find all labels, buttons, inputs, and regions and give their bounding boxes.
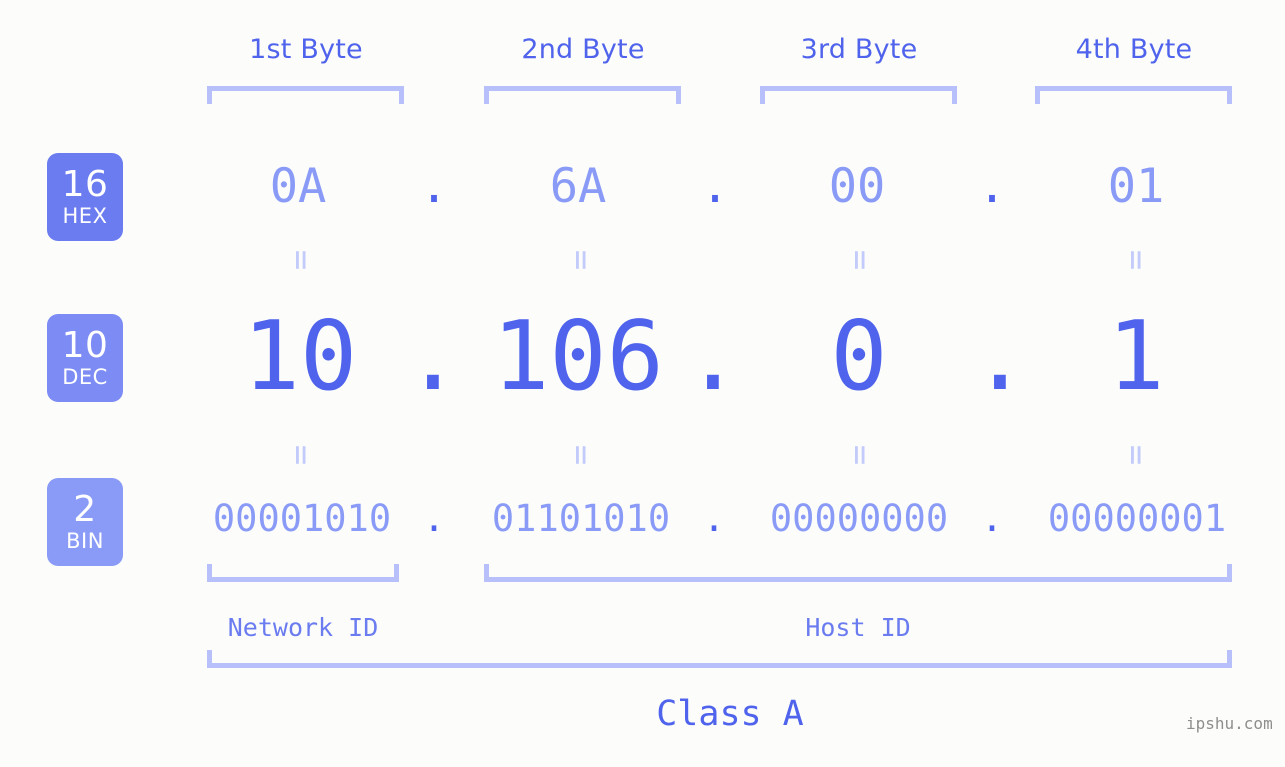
network-id-label: Network ID (227, 613, 379, 642)
dec-separator-1: . (404, 302, 462, 412)
bin-separator-1: . (422, 497, 446, 540)
dec-octet-2: 106 (492, 302, 664, 412)
bin-octet-1: 00001010 (212, 497, 392, 540)
hex-separator-3: . (977, 159, 1007, 214)
equals-symbol-dec-bin-2: = (561, 444, 601, 466)
dec-octet-4: 1 (1107, 302, 1165, 412)
bin-octet-2: 01101010 (491, 497, 671, 540)
bin-octet-3: 00000000 (769, 497, 949, 540)
equals-symbol-dec-bin-3: = (840, 444, 880, 466)
bin-separator-2: . (702, 497, 726, 540)
equals-symbol-dec-bin-4: = (1116, 444, 1156, 466)
base-badge-dec: 10 DEC (47, 314, 123, 402)
equals-symbol-hex-dec-2: = (561, 249, 601, 271)
host-id-label: Host ID (805, 613, 911, 642)
hex-octet-3: 00 (828, 159, 886, 214)
byte-label-1: 1st Byte (249, 34, 363, 65)
hex-octet-2: 6A (549, 159, 607, 214)
network-id-bracket (207, 564, 399, 582)
byte-bracket-1 (207, 86, 404, 104)
class-label: Class A (656, 694, 804, 734)
dec-octet-1: 10 (242, 302, 358, 412)
hex-octet-4: 01 (1107, 159, 1165, 214)
bin-octet-4: 00000001 (1047, 497, 1227, 540)
byte-label-3: 3rd Byte (800, 34, 918, 65)
byte-bracket-3 (760, 86, 957, 104)
hex-separator-1: . (419, 159, 449, 214)
bin-separator-3: . (980, 497, 1004, 540)
badge-name-bin: BIN (66, 529, 104, 553)
equals-symbol-hex-dec-4: = (1116, 249, 1156, 271)
dec-separator-2: . (684, 302, 742, 412)
byte-label-2: 2nd Byte (521, 34, 645, 65)
byte-bracket-4 (1035, 86, 1232, 104)
badge-name-dec: DEC (62, 365, 108, 389)
hex-separator-2: . (700, 159, 730, 214)
ip-breakdown-diagram: 1st Byte 2nd Byte 3rd Byte 4th Byte 16 H… (0, 0, 1285, 767)
equals-symbol-hex-dec-1: = (281, 249, 321, 271)
badge-number-dec: 10 (61, 325, 109, 366)
host-id-bracket (484, 564, 1232, 582)
byte-bracket-2 (484, 86, 681, 104)
base-badge-hex: 16 HEX (47, 153, 123, 241)
equals-symbol-hex-dec-3: = (840, 249, 880, 271)
class-bracket (207, 650, 1232, 668)
byte-label-4: 4th Byte (1075, 34, 1193, 65)
hex-octet-1: 0A (269, 159, 327, 214)
watermark: ipshu.com (1186, 714, 1273, 733)
badge-number-bin: 2 (73, 489, 97, 530)
base-badge-bin: 2 BIN (47, 478, 123, 566)
equals-symbol-dec-bin-1: = (281, 444, 321, 466)
dec-octet-3: 0 (830, 302, 888, 412)
badge-number-hex: 16 (61, 164, 109, 205)
dec-separator-3: . (971, 302, 1029, 412)
badge-name-hex: HEX (62, 204, 108, 228)
